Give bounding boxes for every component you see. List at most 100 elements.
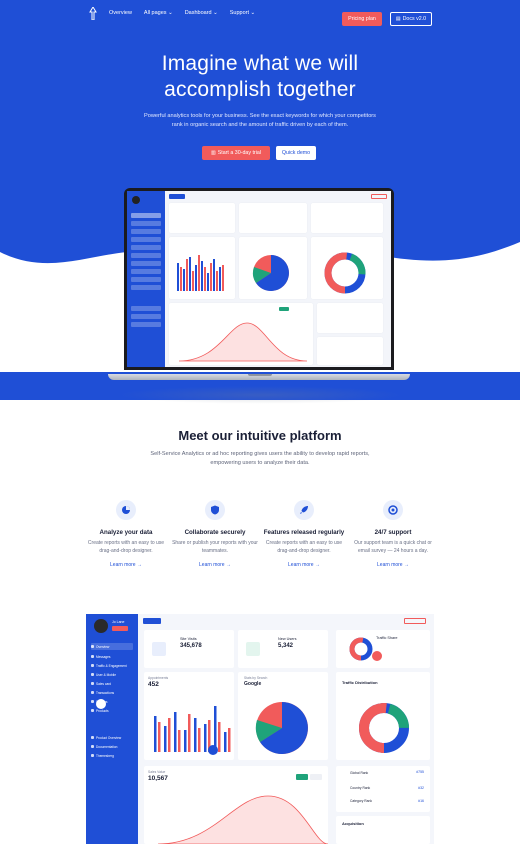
sidebar-item-traffic[interactable]: Traffic & Engagement (91, 662, 127, 669)
cursor-dot (96, 699, 106, 709)
laptop-notch (248, 374, 272, 376)
chart-icon: ▥ (210, 150, 216, 156)
mini-donut-chart (324, 252, 366, 294)
feature-desc: Share or publish your reports with your … (172, 540, 258, 554)
mini-area-chart (178, 307, 308, 362)
feature-title: Analyze your data (99, 529, 153, 536)
sidebar-item-users[interactable]: User & Mobile (91, 671, 116, 678)
sales-label: Sales Value (148, 770, 166, 774)
sidebar-item-transactions[interactable]: Transactions (91, 689, 114, 696)
new-users-label: New Users (278, 637, 297, 641)
sidebar-item-themesberg[interactable]: Themesberg (91, 752, 114, 759)
nav-link-all-pages[interactable]: All pages ⌄ (144, 10, 173, 16)
laptop-shadow (118, 386, 402, 404)
feature-desc: Create reports with an easy to use drag-… (265, 540, 343, 554)
traffic-distribution-card: Traffic Distribution (336, 672, 430, 760)
arrow-right-icon: → (314, 562, 320, 568)
platform-subtitle: Self-Service Analytics or ad hoc reporti… (150, 451, 370, 466)
nav-link-overview[interactable]: Overview (109, 10, 132, 16)
sidebar-item-messages[interactable]: Messages (91, 653, 111, 660)
notification-badge[interactable] (404, 618, 426, 624)
dashboard-sidebar: Jo Lane Overview Messages Traffic & Enga… (86, 614, 138, 844)
feature-collaborate: Collaborate securely Share or publish yo… (171, 500, 259, 568)
feature-desc: Create reports with an easy to use drag-… (87, 540, 165, 554)
hero-title: Imagine what we will accomplish together (161, 52, 359, 101)
month-toggle[interactable] (296, 774, 308, 780)
sidebar-item-sales[interactable]: Sales card (91, 680, 111, 687)
appointments-label: Appointments (148, 676, 169, 680)
category-rank-label: Category Rank (350, 799, 372, 803)
learn-more-link[interactable]: Learn more → (260, 562, 348, 568)
mini-main (165, 191, 391, 367)
top-nav: Overview All pages ⌄ Dashboard ⌄ Support… (0, 6, 520, 26)
hero-section: Overview All pages ⌄ Dashboard ⌄ Support… (0, 0, 520, 400)
users-icon (246, 642, 260, 656)
rank-card: Global Rank #755 Country Rank #32 Catego… (336, 766, 430, 812)
mini-pie-chart (252, 255, 289, 291)
traffic-share-label: Traffic Share (376, 636, 398, 640)
new-users-card: New Users 5,342 (238, 630, 328, 668)
mini-sidebar (127, 191, 165, 367)
traffic-distribution-label: Traffic Distribution (342, 680, 378, 685)
feature-title: 24/7 support (374, 529, 412, 536)
book-icon: ▤ (395, 16, 401, 22)
feature-title: Features released regularly (263, 529, 345, 536)
pricing-plan-button[interactable]: Pricing plan (342, 12, 382, 26)
acquisition-card: Acquisition (336, 816, 430, 844)
global-rank-value: #755 (416, 770, 424, 774)
feature-releases: Features released regularly Create repor… (260, 500, 348, 568)
new-users-value: 5,342 (278, 643, 294, 649)
feature-desc: Our support team is a quick chat or emai… (354, 540, 432, 554)
quick-demo-button[interactable]: Quick demo (276, 146, 316, 160)
sales-value-card: Sales Value 10,567 (144, 766, 329, 844)
sign-out-button[interactable] (112, 626, 128, 631)
nav-link-dashboard[interactable]: Dashboard ⌄ (185, 10, 218, 16)
mini-avatar (132, 196, 140, 204)
site-visits-value: 345,678 (180, 643, 202, 649)
learn-more-link[interactable]: Learn more → (171, 562, 259, 568)
user-avatar[interactable] (94, 619, 108, 633)
mini-bar-chart (177, 255, 224, 291)
week-toggle[interactable] (310, 774, 322, 780)
start-trial-button[interactable]: ▥ Start a 30-day trial (202, 146, 270, 160)
country-rank-value: #32 (418, 786, 424, 790)
arrow-right-icon: → (136, 562, 142, 568)
support-icon (383, 500, 403, 520)
logo-icon[interactable] (88, 7, 98, 20)
category-rank-value: #16 (418, 799, 424, 803)
chart-line-icon (152, 642, 166, 656)
traffic-distribution-donut (359, 703, 409, 753)
site-visits-label: Site Visits (180, 637, 197, 641)
sidebar-item-documentation[interactable]: Documentation (91, 743, 117, 750)
new-task-button[interactable] (143, 618, 161, 624)
feature-support: 24/7 support Our support team is a quick… (349, 500, 437, 568)
nav-links: Overview All pages ⌄ Dashboard ⌄ Support… (109, 10, 255, 16)
hero-subtitle: Powerful analytics tools for your busine… (144, 113, 376, 128)
site-visits-card: Site Visits 345,678 (144, 630, 234, 668)
laptop-mockup (124, 188, 394, 370)
traffic-share-card: Traffic Share (336, 630, 430, 668)
cursor-dot (372, 651, 382, 661)
appointments-value: 452 (148, 681, 159, 688)
arrow-right-icon: → (225, 562, 231, 568)
search-stats-card: Stats by Search Google (238, 672, 328, 760)
learn-more-link[interactable]: Learn more → (349, 562, 437, 568)
sidebar-item-product-overview[interactable]: Product Overview (91, 734, 121, 741)
traffic-share-donut (349, 637, 373, 661)
global-rank-label: Global Rank (350, 771, 369, 775)
trial-label: Start a 30-day trial (217, 150, 261, 156)
appointments-card: Appointments 452 (144, 672, 234, 760)
laptop-screen (127, 191, 391, 367)
dashboard-preview: Jo Lane Overview Messages Traffic & Enga… (86, 614, 434, 844)
nav-link-support[interactable]: Support ⌄ (230, 10, 255, 16)
sidebar-item-overview[interactable]: Overview (91, 643, 133, 650)
shield-icon (205, 500, 225, 520)
feature-title: Collaborate securely (184, 529, 246, 536)
learn-more-link[interactable]: Learn more → (82, 562, 170, 568)
docs-button[interactable]: ▤ Docs v2.0 (390, 12, 432, 26)
user-name: Jo Lane (112, 620, 125, 624)
sales-value: 10,567 (148, 775, 168, 782)
rocket-icon (294, 500, 314, 520)
pie-chart-icon (116, 500, 136, 520)
acquisition-label: Acquisition (342, 821, 364, 826)
